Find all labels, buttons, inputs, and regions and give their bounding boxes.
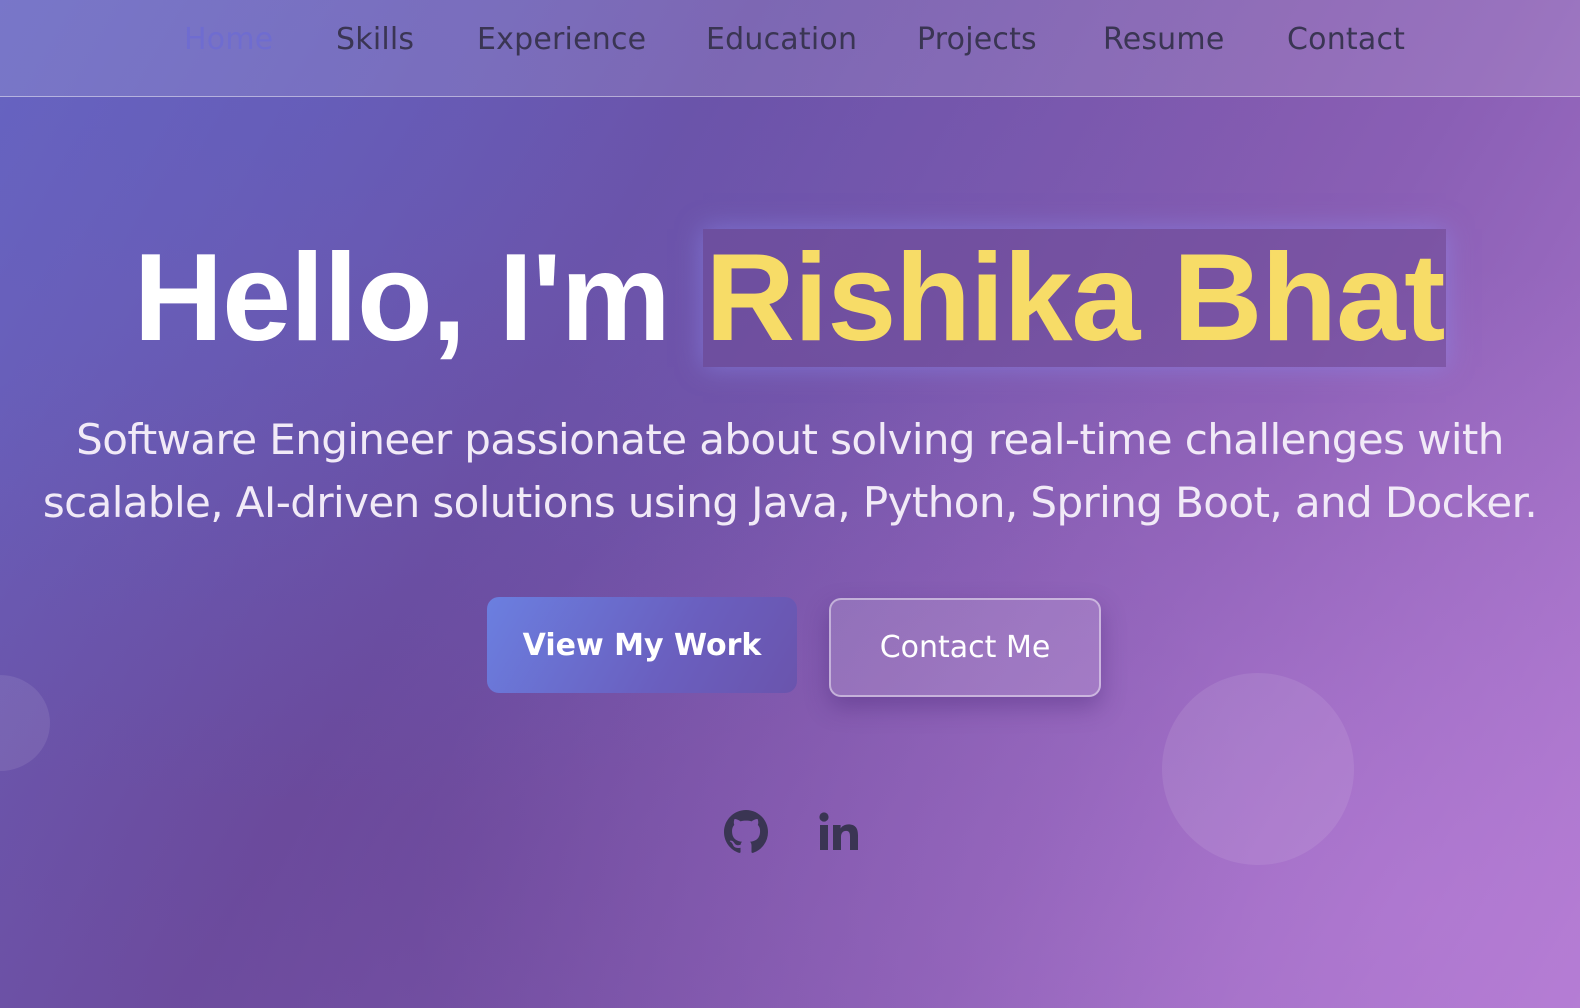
nav-experience[interactable]: Experience [477,22,646,57]
github-icon[interactable] [724,810,770,856]
nav-resume[interactable]: Resume [1103,22,1224,57]
hero-name: Rishika Bhat [703,229,1447,367]
hero-title: Hello, I'm Rishika Bhat [0,224,1580,372]
nav-education[interactable]: Education [706,22,857,57]
nav-projects[interactable]: Projects [917,22,1037,57]
hero-subtitle: Software Engineer passionate about solvi… [42,415,1538,527]
decorative-circle-left [0,675,50,771]
nav-contact[interactable]: Contact [1287,22,1405,57]
decorative-circle-right [1162,673,1354,865]
hero-greeting: Hello, I'm [133,229,704,367]
nav-home[interactable]: Home [184,22,273,57]
contact-me-button[interactable]: Contact Me [829,598,1101,697]
nav-skills[interactable]: Skills [336,22,414,57]
linkedin-icon[interactable] [818,812,864,858]
top-navigation: Home Skills Experience Education Project… [0,0,1580,97]
view-my-work-button[interactable]: View My Work [487,597,797,693]
